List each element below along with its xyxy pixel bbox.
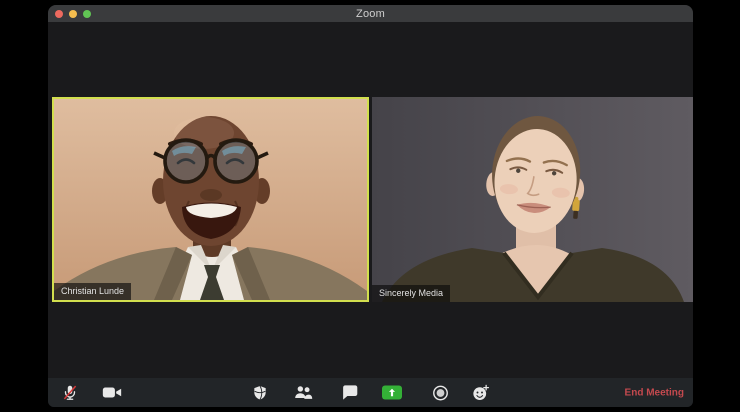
participant-video-man — [54, 99, 367, 300]
title-bar[interactable]: Zoom — [48, 5, 693, 22]
traffic-lights — [55, 5, 91, 22]
participants-button[interactable] — [288, 379, 318, 406]
mute-button[interactable] — [55, 379, 85, 406]
minimize-window-button[interactable] — [69, 9, 77, 18]
participant-name-label: Sincerely Media — [372, 285, 451, 302]
reactions-button[interactable] — [465, 379, 495, 406]
record-button[interactable] — [425, 379, 455, 406]
shield-icon — [254, 385, 266, 400]
microphone-muted-icon — [63, 385, 77, 400]
video-tile-christian-lunde[interactable]: Christian Lunde — [52, 97, 369, 302]
chat-bubble-icon — [342, 385, 357, 400]
meeting-toolbar: End Meeting — [48, 378, 693, 407]
zoom-window: Zoom Christian Lunde Sincerely Media End… — [48, 5, 693, 407]
chat-button[interactable] — [334, 379, 364, 406]
reactions-smiley-icon — [472, 384, 489, 400]
video-tile-sincerely-media[interactable]: Sincerely Media — [372, 97, 693, 302]
video-camera-icon — [102, 387, 122, 398]
video-button[interactable] — [97, 379, 127, 406]
video-grid: Christian Lunde Sincerely Media — [52, 97, 693, 302]
window-title: Zoom — [356, 7, 385, 20]
share-screen-button[interactable] — [377, 379, 407, 406]
participants-icon — [294, 386, 312, 399]
participant-name-label: Christian Lunde — [54, 283, 132, 300]
share-screen-icon — [382, 385, 402, 400]
desktop: Zoom Christian Lunde Sincerely Media End… — [0, 0, 740, 412]
security-button[interactable] — [245, 379, 275, 406]
participant-video-woman — [372, 97, 693, 302]
end-meeting-button[interactable]: End Meeting — [623, 385, 686, 400]
record-icon — [432, 385, 448, 400]
fullscreen-window-button[interactable] — [83, 9, 91, 18]
close-window-button[interactable] — [55, 9, 63, 18]
